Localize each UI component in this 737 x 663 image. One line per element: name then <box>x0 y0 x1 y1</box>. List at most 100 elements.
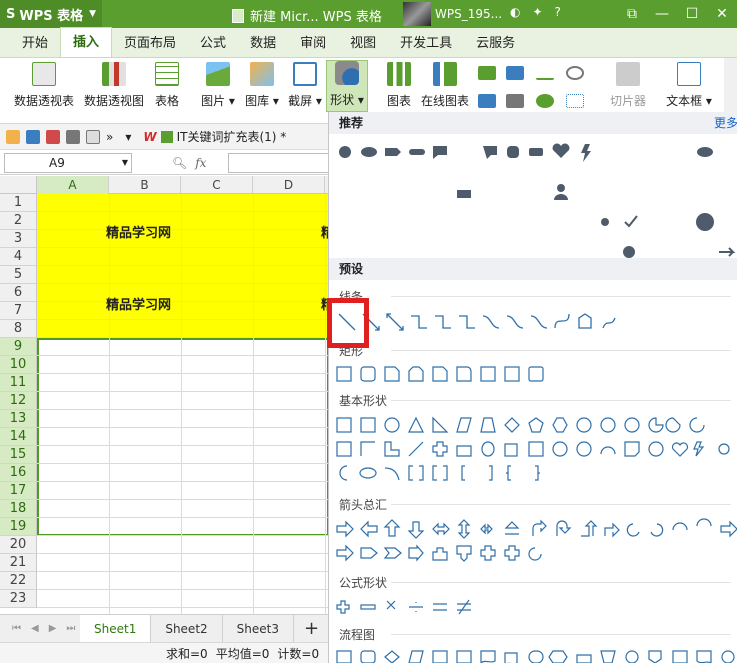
row-header[interactable]: 2 <box>0 212 37 230</box>
l-shape[interactable] <box>384 441 400 457</box>
preview-icon[interactable] <box>86 129 100 144</box>
flowchart-predefined[interactable] <box>432 650 448 663</box>
flowchart-manual-operation[interactable] <box>600 650 616 663</box>
recommended-callout[interactable] <box>433 146 447 159</box>
right-brace-shape[interactable] <box>535 465 540 481</box>
column-header-b[interactable]: B <box>109 176 181 194</box>
flowchart-terminator[interactable] <box>528 650 544 663</box>
curved-double-arrow-connector[interactable] <box>530 315 548 329</box>
block-arc-shape[interactable] <box>600 446 616 455</box>
table-button[interactable]: 表格 <box>150 62 184 109</box>
recommended-question-circle[interactable] <box>696 213 714 231</box>
open-folder-icon[interactable] <box>6 129 20 144</box>
row-header[interactable]: 20 <box>0 536 37 554</box>
recommended-tag[interactable] <box>385 148 401 156</box>
arc-shape[interactable] <box>384 467 400 481</box>
sheet-tab-1[interactable]: Sheet1 <box>80 614 152 643</box>
elbow-double-arrow-connector[interactable] <box>459 315 475 329</box>
line-shape-double-arrow[interactable] <box>386 313 404 331</box>
tab-review[interactable]: 审阅 <box>288 31 338 57</box>
row-header[interactable]: 1 <box>0 194 37 212</box>
left-bracket-shape[interactable] <box>461 465 465 481</box>
more-link[interactable]: 更多 <box>714 112 737 134</box>
column-header-c[interactable]: C <box>181 176 253 194</box>
gallery-button[interactable]: 图库 ▾ <box>242 62 282 109</box>
dodecagon-shape[interactable] <box>624 417 640 433</box>
formula-input[interactable] <box>228 153 330 173</box>
recommended-arrow[interactable] <box>719 247 736 257</box>
flowchart-manual-input[interactable] <box>576 654 592 663</box>
pentagon-arrow-shape[interactable] <box>360 547 378 559</box>
chevron-arrow-shape[interactable] <box>383 547 402 559</box>
moon-shape[interactable] <box>339 465 348 481</box>
pentagon-shape[interactable] <box>528 417 544 433</box>
name-box[interactable]: A9 ▼ <box>4 152 132 173</box>
scribble-line[interactable] <box>602 317 616 329</box>
screenshot-button[interactable]: 截屏 ▾ <box>286 62 324 109</box>
add-sheet-button[interactable]: + <box>294 618 329 639</box>
last-sheet-icon[interactable]: ⏭ <box>66 623 75 634</box>
chord-shape[interactable] <box>665 417 681 433</box>
tab-formula[interactable]: 公式 <box>188 31 238 57</box>
recommended-pill[interactable] <box>409 149 425 155</box>
shirt-icon[interactable]: ✦ <box>532 5 542 19</box>
help-icon[interactable]: ? <box>555 5 561 19</box>
curved-down-arrow-shape[interactable] <box>696 518 712 527</box>
radar-chart-icon[interactable] <box>566 66 584 80</box>
pie-shape[interactable] <box>648 417 664 433</box>
trapezoid-shape[interactable] <box>480 417 496 433</box>
up-down-arrow-shape[interactable] <box>457 519 471 539</box>
half-frame-shape[interactable] <box>360 441 375 456</box>
row-header[interactable]: 6 <box>0 284 37 302</box>
tab-cloud[interactable]: 云服务 <box>464 31 527 57</box>
cell-b7[interactable]: 精品学习网 <box>106 294 171 313</box>
elbow-arrow-connector[interactable] <box>435 315 451 329</box>
row-header[interactable]: 4 <box>0 248 37 266</box>
stock-chart-icon[interactable] <box>506 94 524 108</box>
flowchart-card[interactable] <box>672 650 688 663</box>
slicer-button[interactable]: 切片器 <box>604 62 652 109</box>
curved-left-arrow-shape[interactable] <box>650 523 664 537</box>
first-sheet-icon[interactable]: ⏮ <box>12 623 21 634</box>
row-header[interactable]: 3 <box>0 230 37 248</box>
recommended-person-body[interactable] <box>554 194 568 200</box>
recommended-rounded-square[interactable] <box>507 146 519 158</box>
selected-range[interactable] <box>37 338 328 536</box>
left-brace-shape[interactable] <box>506 465 511 481</box>
triangle-shape[interactable] <box>408 416 424 433</box>
curved-up-arrow-shape[interactable] <box>672 522 688 531</box>
recommended-person-head[interactable] <box>557 184 565 192</box>
plus-shape[interactable] <box>336 600 350 614</box>
user-account[interactable]: WPS_195... <box>403 2 502 26</box>
up-arrow-callout-shape[interactable] <box>432 547 448 561</box>
app-menu-button[interactable]: S WPS 表格 ▼ <box>0 0 103 28</box>
row-header[interactable]: 10 <box>0 356 37 374</box>
row-header[interactable]: 16 <box>0 464 37 482</box>
snip-same-side-rect[interactable] <box>408 366 424 382</box>
cell-e3-partial[interactable]: 精 <box>321 222 328 241</box>
left-right-arrow-shape[interactable] <box>432 522 450 536</box>
close-icon[interactable]: ✕ <box>707 0 737 28</box>
maximize-icon[interactable]: ☐ <box>677 0 707 28</box>
textbox-shape[interactable] <box>336 417 352 433</box>
no-symbol-shape[interactable] <box>576 441 592 457</box>
not-equal-shape[interactable] <box>457 599 471 615</box>
row-header[interactable]: 18 <box>0 500 37 518</box>
online-chart-button[interactable]: 在线图表 <box>418 62 472 109</box>
recommended-people[interactable] <box>601 218 609 226</box>
multiply-shape[interactable] <box>386 600 396 610</box>
picture-button[interactable]: 图片 ▾ <box>198 62 238 109</box>
print-icon[interactable] <box>66 129 80 144</box>
curved-connector[interactable] <box>482 315 500 329</box>
sheet-tab-2[interactable]: Sheet2 <box>151 614 223 643</box>
bent-arrow-shape[interactable] <box>532 519 547 536</box>
more-tools-icon[interactable]: » <box>106 130 113 144</box>
diamond-shape[interactable] <box>504 417 520 433</box>
down-arrow-shape[interactable] <box>407 521 425 539</box>
tab-view[interactable]: 视图 <box>338 31 388 57</box>
recommended-speech[interactable] <box>483 146 497 159</box>
recommended-ellipse[interactable] <box>697 147 713 157</box>
bar-chart-icon[interactable] <box>478 66 496 80</box>
flowchart-decision[interactable] <box>384 650 400 663</box>
cloud-shape[interactable] <box>359 467 377 479</box>
